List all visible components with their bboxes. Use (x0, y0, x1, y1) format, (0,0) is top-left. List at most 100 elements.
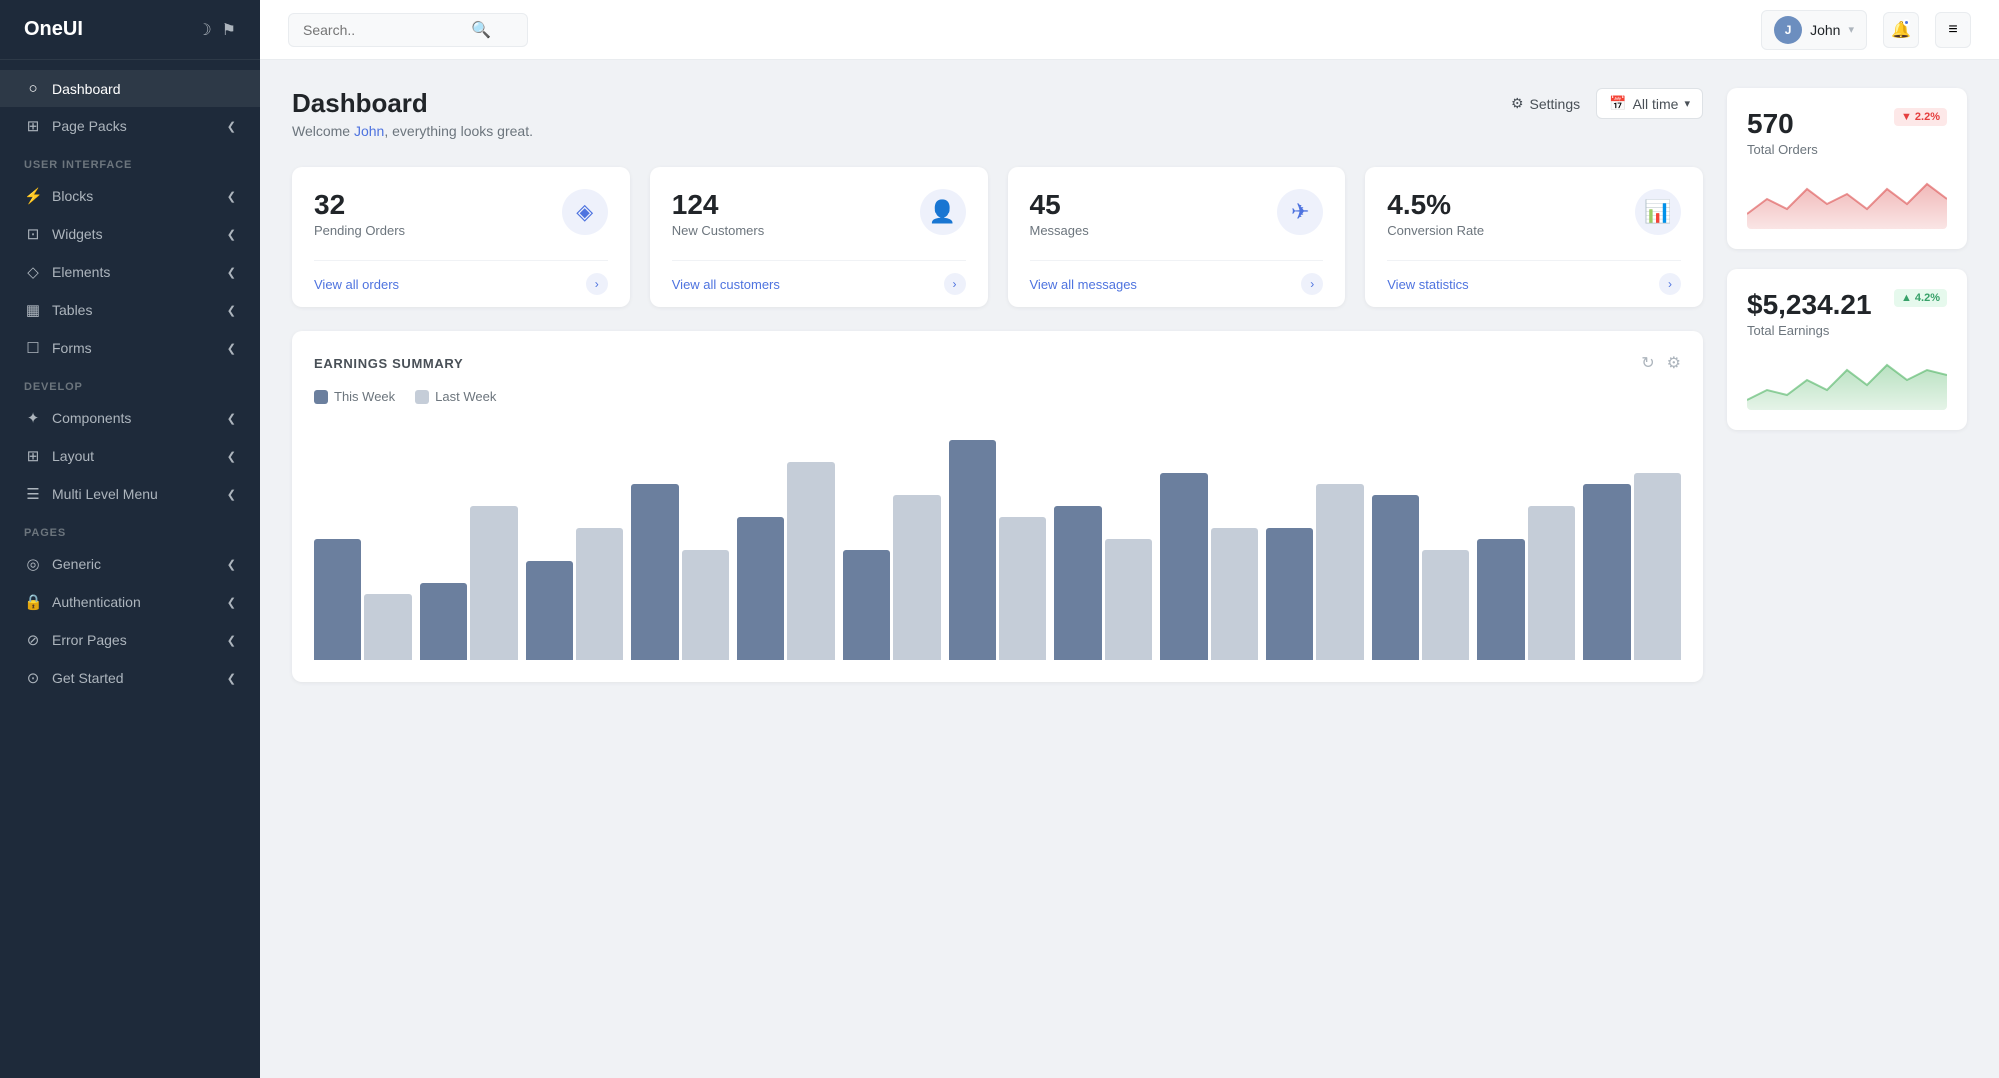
moon-icon[interactable]: ☽ (197, 20, 211, 40)
content-area: Dashboard Welcome John, everything looks… (260, 60, 1999, 1078)
bar-group (1583, 473, 1681, 660)
bar-this-week (949, 440, 996, 660)
content-side: 570 Total Orders ▼ 2.2% (1727, 88, 1967, 1050)
side-card-badge: ▼ 2.2% (1894, 108, 1947, 126)
settings-button[interactable]: ⚙ Settings (1511, 95, 1580, 112)
sidebar-item-label: Generic (52, 556, 101, 572)
section-label-develop: DEVELOP (0, 367, 260, 399)
sidebar-item-generic[interactable]: ◎ Generic ❮ (0, 545, 260, 583)
sidebar-item-get-started[interactable]: ⊙ Get Started ❮ (0, 659, 260, 697)
sidebar-item-error-pages[interactable]: ⊘ Error Pages ❮ (0, 621, 260, 659)
chart-settings-icon[interactable]: ⚙ (1667, 353, 1681, 373)
bar-group (314, 539, 412, 660)
chevron-icon: ❮ (227, 488, 236, 501)
components-icon: ✦ (24, 409, 42, 427)
search-bar[interactable]: 🔍 (288, 13, 528, 47)
sidebar-item-blocks[interactable]: ⚡ Blocks ❮ (0, 177, 260, 215)
notifications-button[interactable]: 🔔 (1883, 12, 1919, 48)
stat-link[interactable]: View all messages (1030, 277, 1137, 292)
side-card-label: Total Earnings (1747, 323, 1872, 338)
bar-this-week (1372, 495, 1419, 660)
refresh-icon[interactable]: ↻ (1641, 353, 1654, 373)
section-label-ui: USER INTERFACE (0, 145, 260, 177)
stat-link[interactable]: View statistics (1387, 277, 1468, 292)
bar-this-week (843, 550, 890, 660)
stat-number: 4.5% (1387, 189, 1484, 221)
side-card-label: Total Orders (1747, 142, 1818, 157)
stat-label: Messages (1030, 223, 1089, 238)
sidebar-item-label: Components (52, 410, 131, 426)
side-card-badge: ▲ 4.2% (1894, 289, 1947, 307)
stat-card-1: 124 New Customers 👤 View all customers › (650, 167, 988, 307)
stat-arrow: › (1301, 273, 1323, 295)
notification-dot (1903, 19, 1910, 26)
calendar-icon: 📅 (1609, 95, 1626, 112)
stat-label: New Customers (672, 223, 764, 238)
sidebar-item-label: Authentication (52, 594, 141, 610)
user-name: John (1810, 22, 1840, 38)
stat-card-2: 45 Messages ✈ View all messages › (1008, 167, 1346, 307)
sidebar: OneUI ☽ ⚑ ○ Dashboard ⊞ Page Packs ❮ USE… (0, 0, 260, 1078)
bar-last-week (1422, 550, 1469, 660)
stat-link[interactable]: View all customers (672, 277, 780, 292)
bar-this-week (314, 539, 361, 660)
dashboard-icon: ○ (24, 80, 42, 97)
sidebar-nav: ○ Dashboard ⊞ Page Packs ❮ USER INTERFAC… (0, 60, 260, 707)
mini-chart (1747, 169, 1947, 229)
hamburger-button[interactable]: ≡ (1935, 12, 1971, 48)
search-icon: 🔍 (471, 20, 491, 40)
bar-group (420, 506, 518, 660)
sidebar-item-authentication[interactable]: 🔒 Authentication ❮ (0, 583, 260, 621)
bar-last-week (576, 528, 623, 660)
bar-last-week (682, 550, 729, 660)
side-card-0: 570 Total Orders ▼ 2.2% (1727, 88, 1967, 249)
bar-this-week (631, 484, 678, 660)
stat-number: 45 (1030, 189, 1089, 221)
bar-group (526, 528, 624, 660)
sidebar-item-multi-level[interactable]: ☰ Multi Level Menu ❮ (0, 475, 260, 513)
chevron-down-icon: ▾ (1684, 97, 1690, 110)
stat-arrow: › (586, 273, 608, 295)
chevron-icon: ❮ (227, 266, 236, 279)
bar-chart (314, 420, 1681, 660)
stat-label: Conversion Rate (1387, 223, 1484, 238)
sidebar-item-components[interactable]: ✦ Components ❮ (0, 399, 260, 437)
sidebar-item-label: Widgets (52, 226, 103, 242)
bar-this-week (1477, 539, 1524, 660)
bar-group (1054, 506, 1152, 660)
content-main: Dashboard Welcome John, everything looks… (292, 88, 1703, 1050)
sidebar-item-tables[interactable]: ▦ Tables ❮ (0, 291, 260, 329)
chevron-icon: ❮ (227, 634, 236, 647)
sidebar-item-layout[interactable]: ⊞ Layout ❮ (0, 437, 260, 475)
stat-label: Pending Orders (314, 223, 405, 238)
stat-card-3: 4.5% Conversion Rate 📊 View statistics › (1365, 167, 1703, 307)
bar-group (1477, 506, 1575, 660)
bar-group (843, 495, 941, 660)
sidebar-item-label: Multi Level Menu (52, 486, 158, 502)
page-header: Dashboard Welcome John, everything looks… (292, 88, 1703, 143)
stat-icon: 👤 (920, 189, 966, 235)
sidebar-item-forms[interactable]: ☐ Forms ❮ (0, 329, 260, 367)
sidebar-item-widgets[interactable]: ⊡ Widgets ❮ (0, 215, 260, 253)
sidebar-item-label: Page Packs (52, 118, 127, 134)
chart-title: EARNINGS SUMMARY (314, 356, 463, 371)
bar-this-week (420, 583, 467, 660)
chevron-icon: ❮ (227, 304, 236, 317)
sidebar-item-page-packs[interactable]: ⊞ Page Packs ❮ (0, 107, 260, 145)
sidebar-item-label: Error Pages (52, 632, 127, 648)
elements-icon: ◇ (24, 263, 42, 281)
avatar: J (1774, 16, 1802, 44)
bar-last-week (1634, 473, 1681, 660)
bar-last-week (787, 462, 834, 660)
stat-number: 124 (672, 189, 764, 221)
stat-link[interactable]: View all orders (314, 277, 399, 292)
sidebar-item-dashboard[interactable]: ○ Dashboard (0, 70, 260, 107)
sidebar-item-elements[interactable]: ◇ Elements ❮ (0, 253, 260, 291)
chevron-icon: ❮ (227, 120, 236, 133)
bar-group (1266, 484, 1364, 660)
flag-icon[interactable]: ⚑ (222, 20, 236, 40)
search-input[interactable] (303, 22, 463, 38)
alltime-dropdown[interactable]: 📅 All time ▾ (1596, 88, 1703, 119)
user-menu[interactable]: J John ▾ (1761, 10, 1867, 50)
bar-this-week (1160, 473, 1207, 660)
